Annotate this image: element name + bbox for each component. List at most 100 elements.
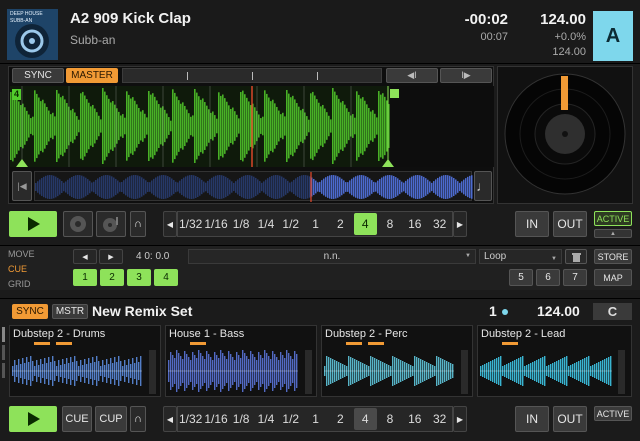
loop-active-button[interactable]: ACTIVE xyxy=(594,211,632,226)
beatjump-back-button[interactable]: ◀I xyxy=(386,68,438,83)
waveform-peak xyxy=(328,115,330,137)
waveform-peak xyxy=(290,97,292,155)
waveform-peak xyxy=(306,116,308,136)
loop-size-8[interactable]: 8 xyxy=(379,213,402,235)
loop-size-2[interactable]: 2 xyxy=(329,213,352,235)
move-next-button[interactable]: ▶ xyxy=(99,249,123,264)
mode-grid[interactable]: GRID xyxy=(8,279,31,289)
overview-peak xyxy=(211,177,213,197)
deck-c-loop-size-next[interactable]: ▶ xyxy=(453,406,467,432)
remix-slot-2[interactable]: House 1 - Bass xyxy=(165,325,317,397)
waveform-peak xyxy=(372,110,374,142)
overview-peak xyxy=(337,176,339,198)
deck-c-sync-button[interactable]: SYNC xyxy=(12,304,48,319)
deck-c-cue-button[interactable]: CUE xyxy=(62,406,92,432)
move-prev-button[interactable]: ◀ xyxy=(73,249,97,264)
deck-c-cup-button[interactable]: CUP xyxy=(95,406,127,432)
loop-size-1-2[interactable]: 1/2 xyxy=(279,213,302,235)
mode-cue[interactable]: CUE xyxy=(8,264,27,274)
overview-peak xyxy=(123,180,125,194)
loop-size-32[interactable]: 32 xyxy=(428,408,451,430)
remix-slot-1[interactable]: Dubstep 2 - Drums xyxy=(9,325,161,397)
loop-out-button[interactable]: OUT xyxy=(553,211,587,237)
cue-disc-button[interactable] xyxy=(63,211,93,237)
waveform-peak xyxy=(106,95,108,157)
remix-slot-3[interactable]: Dubstep 2 - Perc xyxy=(321,325,473,397)
loop-size-1-4[interactable]: 1/4 xyxy=(255,213,278,235)
deck-c-play-button[interactable] xyxy=(9,406,57,432)
loop-size-selector: 1/32 1/16 1/8 1/4 1/2 1 2 4 8 16 32 xyxy=(177,211,453,237)
map-button[interactable]: MAP xyxy=(594,269,632,286)
master-button[interactable]: MASTER xyxy=(66,68,118,83)
loop-size-1-4[interactable]: 1/4 xyxy=(255,408,278,430)
loop-size-32[interactable]: 32 xyxy=(428,213,451,235)
loop-cue-button[interactable]: ∩ xyxy=(130,211,146,237)
deck-c-loop-size-prev[interactable]: ◀ xyxy=(163,406,177,432)
mode-move[interactable]: MOVE xyxy=(8,249,35,259)
waveform-peak xyxy=(94,108,96,144)
store-button[interactable]: STORE xyxy=(594,249,632,264)
hotcue-3[interactable]: 3 xyxy=(127,269,151,286)
deck-c-loop-cue-button[interactable]: ∩ xyxy=(130,406,146,432)
beatjump-forward-button[interactable]: I▶ xyxy=(440,68,492,83)
phase-tick xyxy=(187,72,188,80)
overview-peak xyxy=(97,178,99,196)
loop-size-1[interactable]: 1 xyxy=(304,408,327,430)
track-artist: Subb-an xyxy=(70,33,116,47)
overview-peak xyxy=(179,180,181,194)
loop-size-2[interactable]: 2 xyxy=(329,408,352,430)
deck-letter-c[interactable]: C xyxy=(593,303,632,320)
cup-disc-button[interactable] xyxy=(96,211,126,237)
hotcue-7-label: 7 xyxy=(572,272,578,283)
cue-name-field[interactable]: n.n. ▼ xyxy=(188,249,476,264)
overview-peak xyxy=(219,175,221,199)
loop-size-4[interactable]: 4 xyxy=(353,408,377,430)
hotcue-6[interactable]: 6 xyxy=(536,269,560,286)
loop-size-1-8[interactable]: 1/8 xyxy=(230,213,253,235)
remix-slot-4[interactable]: Dubstep 2 - Lead xyxy=(477,325,632,397)
waveform-peak xyxy=(186,109,188,143)
hotcue-4[interactable]: 4 xyxy=(154,269,178,286)
loop-size-8[interactable]: 8 xyxy=(379,408,402,430)
hotcue-2[interactable]: 2 xyxy=(100,269,124,286)
deck-letter-a[interactable]: A xyxy=(593,11,633,61)
loop-size-1-16[interactable]: 1/16 xyxy=(204,213,227,235)
overview-start-button[interactable]: |◀ xyxy=(12,171,32,201)
loop-in-button[interactable]: IN xyxy=(515,211,549,237)
loop-size-16[interactable]: 16 xyxy=(403,408,426,430)
waveform-peak xyxy=(308,119,310,133)
overview-waveform[interactable] xyxy=(34,171,473,202)
loop-size-prev[interactable]: ◀ xyxy=(163,211,177,237)
deck-c-loop-out-button[interactable]: OUT xyxy=(553,406,587,432)
loop-size-1-16[interactable]: 1/16 xyxy=(204,408,227,430)
waveform-peak xyxy=(360,98,362,154)
main-waveform[interactable]: 4 xyxy=(10,86,494,167)
jog-platter[interactable] xyxy=(503,70,627,198)
deck-c-loop-in-button[interactable]: IN xyxy=(515,406,549,432)
waveform-peak xyxy=(232,107,234,145)
hotcue-1[interactable]: 1 xyxy=(73,269,97,286)
loop-size-1-2[interactable]: 1/2 xyxy=(279,408,302,430)
play-button[interactable] xyxy=(9,211,57,237)
loop-size-1-32[interactable]: 1/32 xyxy=(179,213,202,235)
overview-peak xyxy=(175,181,177,193)
loop-size-1-32[interactable]: 1/32 xyxy=(179,408,202,430)
sync-button[interactable]: SYNC xyxy=(12,68,64,83)
loop-size-next[interactable]: ▶ xyxy=(453,211,467,237)
hotcue-2-label: 2 xyxy=(109,272,115,283)
deck-c-loop-active-button[interactable]: ACTIVE xyxy=(594,406,632,421)
hotcue-5[interactable]: 5 xyxy=(509,269,533,286)
overview-peak xyxy=(209,179,211,195)
loop-size-4[interactable]: 4 xyxy=(353,213,377,235)
cue-type-select[interactable]: Loop ▼ xyxy=(479,249,562,264)
disc-arrow-icon xyxy=(103,217,118,232)
waveform-peak xyxy=(254,107,256,145)
deck-collapse-button[interactable]: ▲ xyxy=(594,229,632,238)
loop-size-1[interactable]: 1 xyxy=(304,213,327,235)
loop-size-1-8[interactable]: 1/8 xyxy=(230,408,253,430)
deck-c-master-button[interactable]: MSTR xyxy=(52,304,88,319)
note-icon[interactable]: ♩ xyxy=(474,171,492,201)
hotcue-7[interactable]: 7 xyxy=(563,269,587,286)
delete-cue-button[interactable] xyxy=(565,249,587,264)
loop-size-16[interactable]: 16 xyxy=(403,213,426,235)
